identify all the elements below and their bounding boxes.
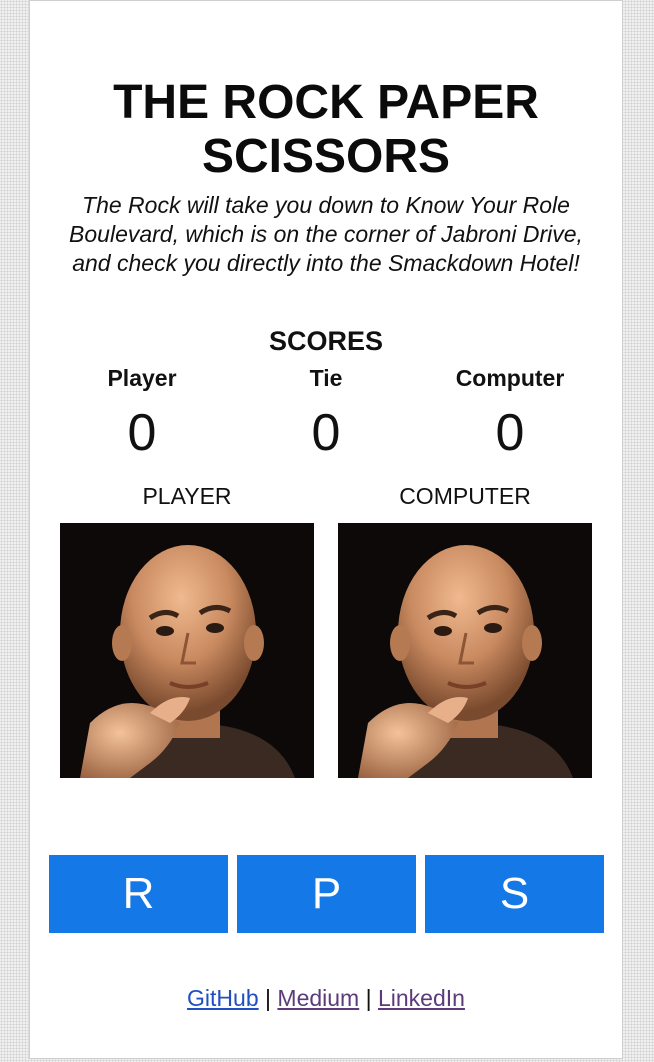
tagline: The Rock will take you down to Know Your… [30,191,622,278]
github-link[interactable]: GitHub [187,985,259,1011]
score-tie: Tie 0 [226,363,426,461]
title-line-2: SCISSORS [201,130,451,183]
game-card: THE ROCK PAPER SCISSORS The Rock will ta… [29,0,623,1059]
player-choice-image [60,523,314,778]
computer-choice-image [338,523,592,778]
tagline-line-2: Boulevard, which is on the corner of Jab… [69,221,583,247]
scissors-button[interactable]: S [425,855,604,933]
score-player-value: 0 [127,404,157,462]
score-computer-value: 0 [495,404,525,462]
footer-links: GitHub | Medium | LinkedIn [30,985,622,1012]
score-player-label: Player [107,365,177,391]
footer-separator: | [265,985,272,1011]
score-computer-label: Computer [455,365,565,391]
player-choice-label: PLAYER [142,483,232,509]
footer-separator: | [365,985,372,1011]
tagline-line-1: The Rock will take you down to Know Your… [82,192,570,218]
score-tie-value: 0 [311,404,341,462]
rock-button[interactable]: R [49,855,228,933]
linkedin-link[interactable]: LinkedIn [378,985,465,1011]
paper-button[interactable]: P [237,855,416,933]
score-player: Player 0 [42,363,242,461]
score-computer: Computer 0 [410,363,610,461]
computer-choice-label: COMPUTER [399,483,531,509]
medium-link[interactable]: Medium [277,985,359,1011]
rock-portrait-icon [60,523,314,778]
rock-portrait-icon [338,523,592,778]
score-tie-label: Tie [309,365,343,391]
title-line-1: THE ROCK PAPER [113,76,539,129]
scores-heading: SCORES [268,326,384,356]
tagline-line-3: and check you directly into the Smackdow… [72,250,580,276]
page-title: THE ROCK PAPER SCISSORS [30,76,622,184]
